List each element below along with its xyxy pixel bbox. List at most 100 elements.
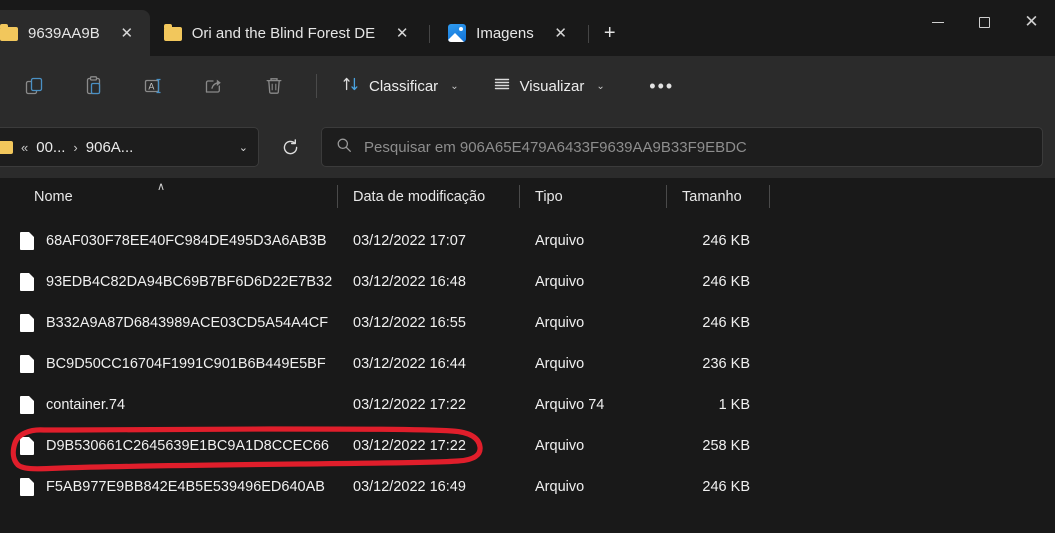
file-size: 246 KB [702,273,750,290]
breadcrumb-segment-1[interactable]: 906A... [86,139,134,156]
title-bar: 9639AA9B ✕ Ori and the Blind Forest DE ✕… [0,0,1055,56]
sort-button[interactable]: Classificar ⌄ [331,68,470,104]
folder-icon [0,140,13,154]
file-date: 03/12/2022 17:22 [353,437,466,454]
file-type: Arquivo [535,478,585,495]
maximize-button[interactable] [961,0,1008,44]
share-icon[interactable] [194,68,234,104]
document-icon [20,477,34,496]
column-header-type[interactable]: Tipo [520,178,667,215]
tab-strip: 9639AA9B ✕ Ori and the Blind Forest DE ✕… [0,0,1055,56]
tab-close-icon[interactable]: ✕ [389,20,415,46]
file-size: 246 KB [702,478,750,495]
file-date: 03/12/2022 17:07 [353,232,466,249]
file-name: D9B530661C2645639E1BC9A1D8CCEC66 [46,437,329,454]
file-type: Arquivo [535,314,585,331]
breadcrumb[interactable]: « 00... › 906A... ⌄ [0,127,259,167]
file-name-cell: container.74 [0,395,338,414]
file-date: 03/12/2022 16:48 [353,273,466,290]
view-icon [493,75,511,97]
delete-icon[interactable] [254,68,294,104]
document-icon [20,231,34,250]
file-type: Arquivo [535,437,585,454]
search-input[interactable]: Pesquisar em 906A65E479A6433F9639AA9B33F… [364,139,747,156]
chevron-down-icon[interactable]: ⌄ [229,141,258,154]
file-name-cell: 68AF030F78EE40FC984DE495D3A6AB3B [0,231,338,250]
file-date: 03/12/2022 16:44 [353,355,466,372]
column-header-name-label: Nome [34,188,73,205]
table-row[interactable]: container.74 03/12/2022 17:22 Arquivo 74… [0,384,1055,425]
table-row[interactable]: F5AB977E9BB842E4B5E539496ED640AB 03/12/2… [0,466,1055,507]
file-name-cell: F5AB977E9BB842E4B5E539496ED640AB [0,477,338,496]
file-name: B332A9A87D6843989ACE03CD5A54A4CF [46,314,329,331]
document-icon [20,354,34,373]
breadcrumb-overflow-icon[interactable]: « [21,140,28,155]
document-icon [20,436,34,455]
column-header-size[interactable]: Tamanho [667,178,770,215]
file-name: 93EDB4C82DA94BC69B7BF6D6D22E7B32 [46,273,333,290]
file-date: 03/12/2022 17:22 [353,396,466,413]
breadcrumb-segment-0[interactable]: 00... [36,139,65,156]
table-row[interactable]: B332A9A87D6843989ACE03CD5A54A4CF 03/12/2… [0,302,1055,343]
tab-close-icon[interactable]: ✕ [114,20,140,46]
table-row[interactable]: 93EDB4C82DA94BC69B7BF6D6D22E7B32 03/12/2… [0,261,1055,302]
chevron-down-icon: ⌄ [596,80,605,92]
search-box[interactable]: Pesquisar em 906A65E479A6433F9639AA9B33F… [321,127,1043,167]
column-header-row: Nome ∧ Data de modificação Tipo Tamanho [0,178,1055,215]
file-size: 1 KB [718,396,750,413]
table-row[interactable]: 68AF030F78EE40FC984DE495D3A6AB3B 03/12/2… [0,220,1055,261]
toolbar-divider [316,74,317,98]
file-explorer-window: 9639AA9B ✕ Ori and the Blind Forest DE ✕… [0,0,1055,533]
sort-icon [342,75,360,97]
folder-icon [163,24,182,42]
refresh-button[interactable] [271,127,309,167]
rename-icon[interactable]: A [134,68,174,104]
paste-icon[interactable] [74,68,114,104]
view-button[interactable]: Visualizar ⌄ [482,68,616,104]
more-options-button[interactable]: ••• [642,68,682,104]
svg-text:A: A [148,81,154,91]
file-name-cell: B332A9A87D6843989ACE03CD5A54A4CF [0,313,338,332]
file-type: Arquivo 74 [535,396,605,413]
new-tab-button[interactable]: + [593,16,627,50]
search-icon [336,137,352,158]
file-list: 68AF030F78EE40FC984DE495D3A6AB3B 03/12/2… [0,215,1055,533]
tab-ori-and-the-blind-forest-de[interactable]: Ori and the Blind Forest DE ✕ [150,10,425,56]
file-name-cell: BC9D50CC16704F1991C901B6B449E5BF [0,354,338,373]
picture-icon [448,24,467,42]
document-icon [20,272,34,291]
copy-icon[interactable] [14,68,54,104]
file-name: F5AB977E9BB842E4B5E539496ED640AB [46,478,325,495]
command-toolbar: A Classificar ⌄ Visualizar ⌄ ••• [0,56,1055,116]
file-name-cell: 93EDB4C82DA94BC69B7BF6D6D22E7B32 [0,272,338,291]
column-header-date-modified[interactable]: Data de modificação [338,178,520,215]
tab-label: 9639AA9B [28,24,100,42]
sort-label: Classificar [369,77,439,95]
column-header-size-label: Tamanho [682,188,742,205]
document-icon [20,313,34,332]
column-header-name[interactable]: Nome ∧ [0,178,338,215]
file-name: container.74 [46,396,126,413]
close-button[interactable]: ✕ [1008,0,1055,44]
tab-label: Ori and the Blind Forest DE [191,24,376,42]
folder-icon [0,24,18,42]
file-size: 236 KB [702,355,750,372]
tab-9639aa9b[interactable]: 9639AA9B ✕ [0,10,150,56]
tab-close-icon[interactable]: ✕ [548,20,574,46]
file-name-cell: D9B530661C2645639E1BC9A1D8CCEC66 [0,436,338,455]
tab-separator [429,25,431,43]
sort-ascending-icon: ∧ [157,181,166,193]
file-type: Arquivo [535,232,585,249]
table-row-highlighted[interactable]: D9B530661C2645639E1BC9A1D8CCEC66 03/12/2… [0,425,1055,466]
file-size: 258 KB [702,437,750,454]
breadcrumb-separator-icon: › [73,139,78,155]
column-header-type-label: Tipo [535,188,563,205]
tab-imagens[interactable]: Imagens ✕ [434,10,584,56]
column-header-date-label: Data de modificação [353,188,486,205]
minimize-button[interactable] [914,0,961,44]
file-size: 246 KB [702,232,750,249]
file-size: 246 KB [702,314,750,331]
table-row[interactable]: BC9D50CC16704F1991C901B6B449E5BF 03/12/2… [0,343,1055,384]
file-date: 03/12/2022 16:49 [353,478,466,495]
tab-label: Imagens [476,24,534,42]
